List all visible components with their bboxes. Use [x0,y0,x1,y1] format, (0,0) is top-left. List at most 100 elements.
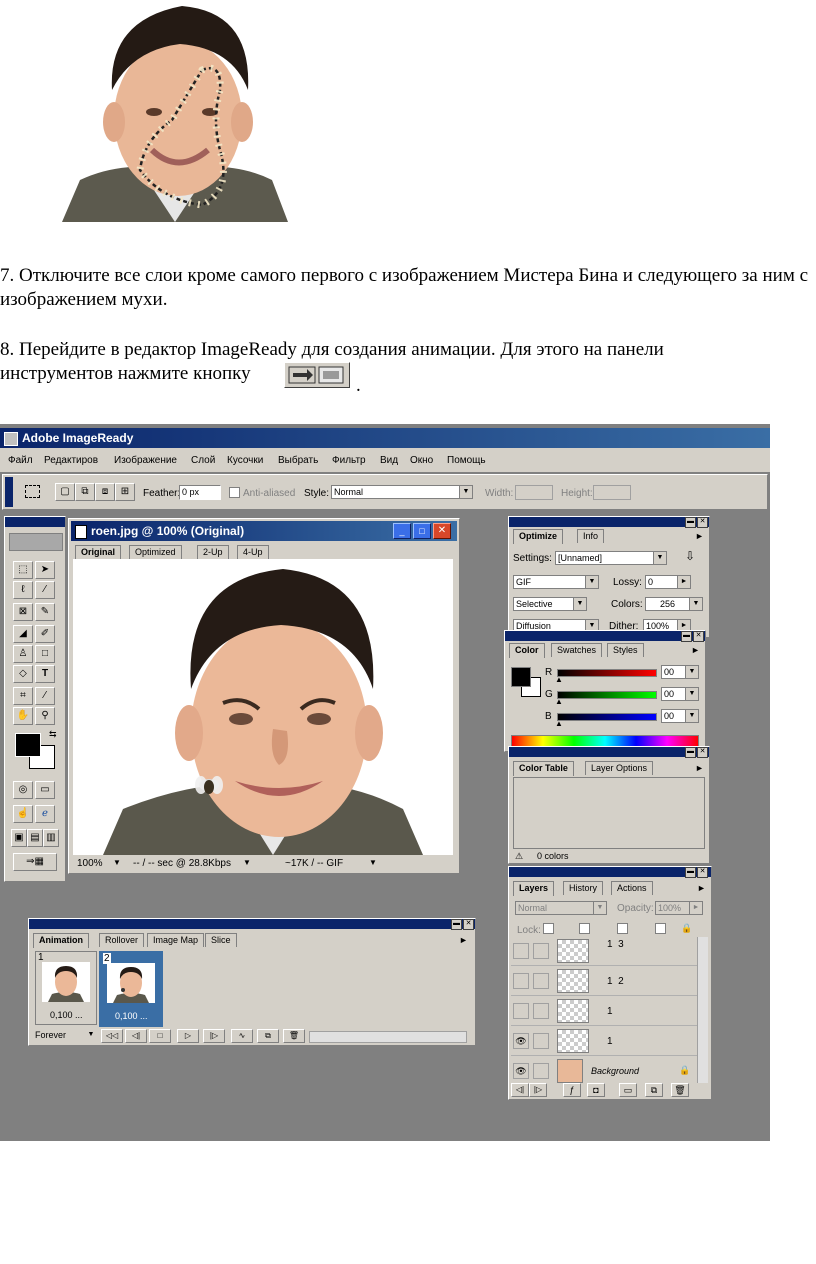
screen-mode-full-icon[interactable]: ▤ [27,829,43,847]
screen-mode-max-icon[interactable]: ▥ [43,829,59,847]
first-frame-icon[interactable]: ◁◁ [101,1029,123,1043]
b-slider-handle[interactable]: ▲ [555,719,563,728]
selection-mode-buttons[interactable]: ▢ ⧉ ⧈ ⊞ [55,483,135,501]
tab-animation[interactable]: Animation [33,933,89,948]
tween-icon[interactable]: ∿ [231,1029,253,1043]
close-button[interactable]: ✕ [433,523,451,539]
palette-menu-icon[interactable]: ► [459,935,468,945]
document-canvas[interactable] [73,559,453,855]
eye-icon[interactable]: 👁 [513,1033,529,1049]
color-fg-swatch[interactable] [511,667,531,687]
lock-transparency-checkbox[interactable] [543,923,554,934]
intersect-selection-icon[interactable]: ⊞ [115,483,135,501]
menu-window[interactable]: Окно [410,455,433,466]
minimize-icon[interactable]: ▬ [685,867,696,878]
format-select[interactable]: GIF ▼ [513,575,599,589]
link-toggle[interactable] [533,943,549,959]
subtract-selection-icon[interactable]: ⧈ [95,483,115,501]
tab-color-table[interactable]: Color Table [513,761,574,776]
menu-slices[interactable]: Кусочки [227,455,263,466]
tab-optimize[interactable]: Optimize [513,529,564,544]
close-icon[interactable]: ✕ [697,747,708,758]
maximize-button[interactable]: □ [413,523,431,539]
close-icon[interactable]: ✕ [693,631,704,642]
lock-image-checkbox[interactable] [579,923,590,934]
link-toggle[interactable] [533,1063,549,1079]
close-icon[interactable]: ✕ [697,517,708,528]
color-table-area[interactable] [513,777,705,849]
pencil-tool-icon[interactable]: ✎ [35,603,55,621]
layer-row[interactable]: 👁 Background 🔒 [511,1057,697,1085]
eyedropper-tool-icon[interactable]: ⁄ [35,687,55,705]
loop-select[interactable]: Forever ▼ [33,1029,97,1043]
rollover-preview-icon[interactable]: ☝ [13,805,33,823]
stop-icon[interactable]: □ [149,1029,171,1043]
colors-input[interactable]: 256 ▼ [645,597,703,611]
previous-frame-icon[interactable]: ◁| [125,1029,147,1043]
menu-view[interactable]: Вид [380,455,398,466]
menu-layer[interactable]: Слой [191,455,215,466]
move-tool-icon[interactable]: ➤ [35,561,55,579]
new-set-icon[interactable]: ▭ [619,1083,637,1097]
palette-menu-icon[interactable]: ► [695,531,704,541]
tab-info[interactable]: Info [577,529,605,543]
blend-mode-select[interactable]: Normal ▼ [515,901,607,915]
next-frame-icon[interactable]: |▷ [529,1083,547,1097]
visibility-toggle[interactable] [513,1003,529,1019]
feather-input[interactable]: 0 px [179,485,221,500]
opacity-input[interactable]: 100% ► [655,901,703,915]
minimize-icon[interactable]: ▬ [685,747,696,758]
jump-to-photoshop-icon[interactable]: ⇒▦ [13,853,57,871]
lossy-input[interactable]: 0 ► [645,575,691,589]
palette-select[interactable]: Selective ▼ [513,597,587,611]
optimize-menu-icon[interactable]: ⇩ [685,549,695,563]
layers-scrollbar[interactable] [697,937,708,1083]
g-slider[interactable] [557,691,657,699]
minimize-icon[interactable]: ▬ [451,919,462,930]
tab-actions[interactable]: Actions [611,881,653,895]
close-icon[interactable]: ✕ [463,919,474,930]
image-map-tool-icon[interactable]: ◎ [13,781,33,799]
type-tool-icon[interactable]: T [35,665,55,683]
menu-image[interactable]: Изображение [114,455,177,466]
tab-history[interactable]: History [563,881,604,895]
duplicate-frame-icon[interactable]: ⧉ [257,1029,279,1043]
new-layer-icon[interactable]: ⧉ [645,1083,663,1097]
layer-row[interactable]: 👁 1 [511,1027,697,1056]
minimize-icon[interactable]: ▬ [685,517,696,528]
download-speed-readout[interactable]: -- / -- sec @ 28.8Kbps [133,858,231,869]
rect-marquee-tool-icon[interactable]: ⬚ [13,561,33,579]
crop-tool-icon[interactable]: ⌗ [13,687,33,705]
visibility-toggle[interactable] [513,943,529,959]
preview-browser-icon[interactable]: ℯ [35,805,55,823]
settings-select[interactable]: [Unnamed] ▼ [555,551,667,565]
layer-row[interactable]: 1 [511,997,697,1026]
frame-delay[interactable]: 0,100 ... [115,1011,148,1021]
link-toggle[interactable] [533,1003,549,1019]
tab-styles[interactable]: Styles [607,643,644,657]
menu-edit[interactable]: Редактиров [44,455,98,466]
palette-menu-icon[interactable]: ► [697,883,706,893]
tab-color[interactable]: Color [509,643,545,658]
new-selection-icon[interactable]: ▢ [55,483,75,501]
menu-file[interactable]: Файл [8,455,33,466]
bucket-tool-icon[interactable]: ◇ [13,665,33,683]
slice-visibility-icon[interactable]: ▭ [35,781,55,799]
frames-scrollbar[interactable] [309,1031,467,1043]
swap-colors-icon[interactable]: ⇆ [49,729,57,740]
trash-icon[interactable]: 🗑 [671,1083,689,1097]
animation-frame-selected[interactable]: 2 0,100 ... [99,951,163,1027]
screen-mode-icon[interactable]: ▣ [11,829,27,847]
tab-slice[interactable]: Slice [205,933,237,947]
stamp-tool-icon[interactable]: ♙ [13,645,33,663]
layer-mask-icon[interactable]: ◘ [587,1083,605,1097]
close-icon[interactable]: ✕ [697,867,708,878]
g-slider-handle[interactable]: ▲ [555,697,563,706]
tab-layer-options[interactable]: Layer Options [585,761,654,775]
antialiased-checkbox[interactable] [229,487,240,498]
layer-effect-icon[interactable]: ƒ [563,1083,581,1097]
minimize-button[interactable]: _ [393,523,411,539]
frame-delay[interactable]: 0,100 ... [50,1010,83,1020]
menu-filter[interactable]: Фильтр [332,455,366,466]
tab-rollover[interactable]: Rollover [99,933,145,947]
